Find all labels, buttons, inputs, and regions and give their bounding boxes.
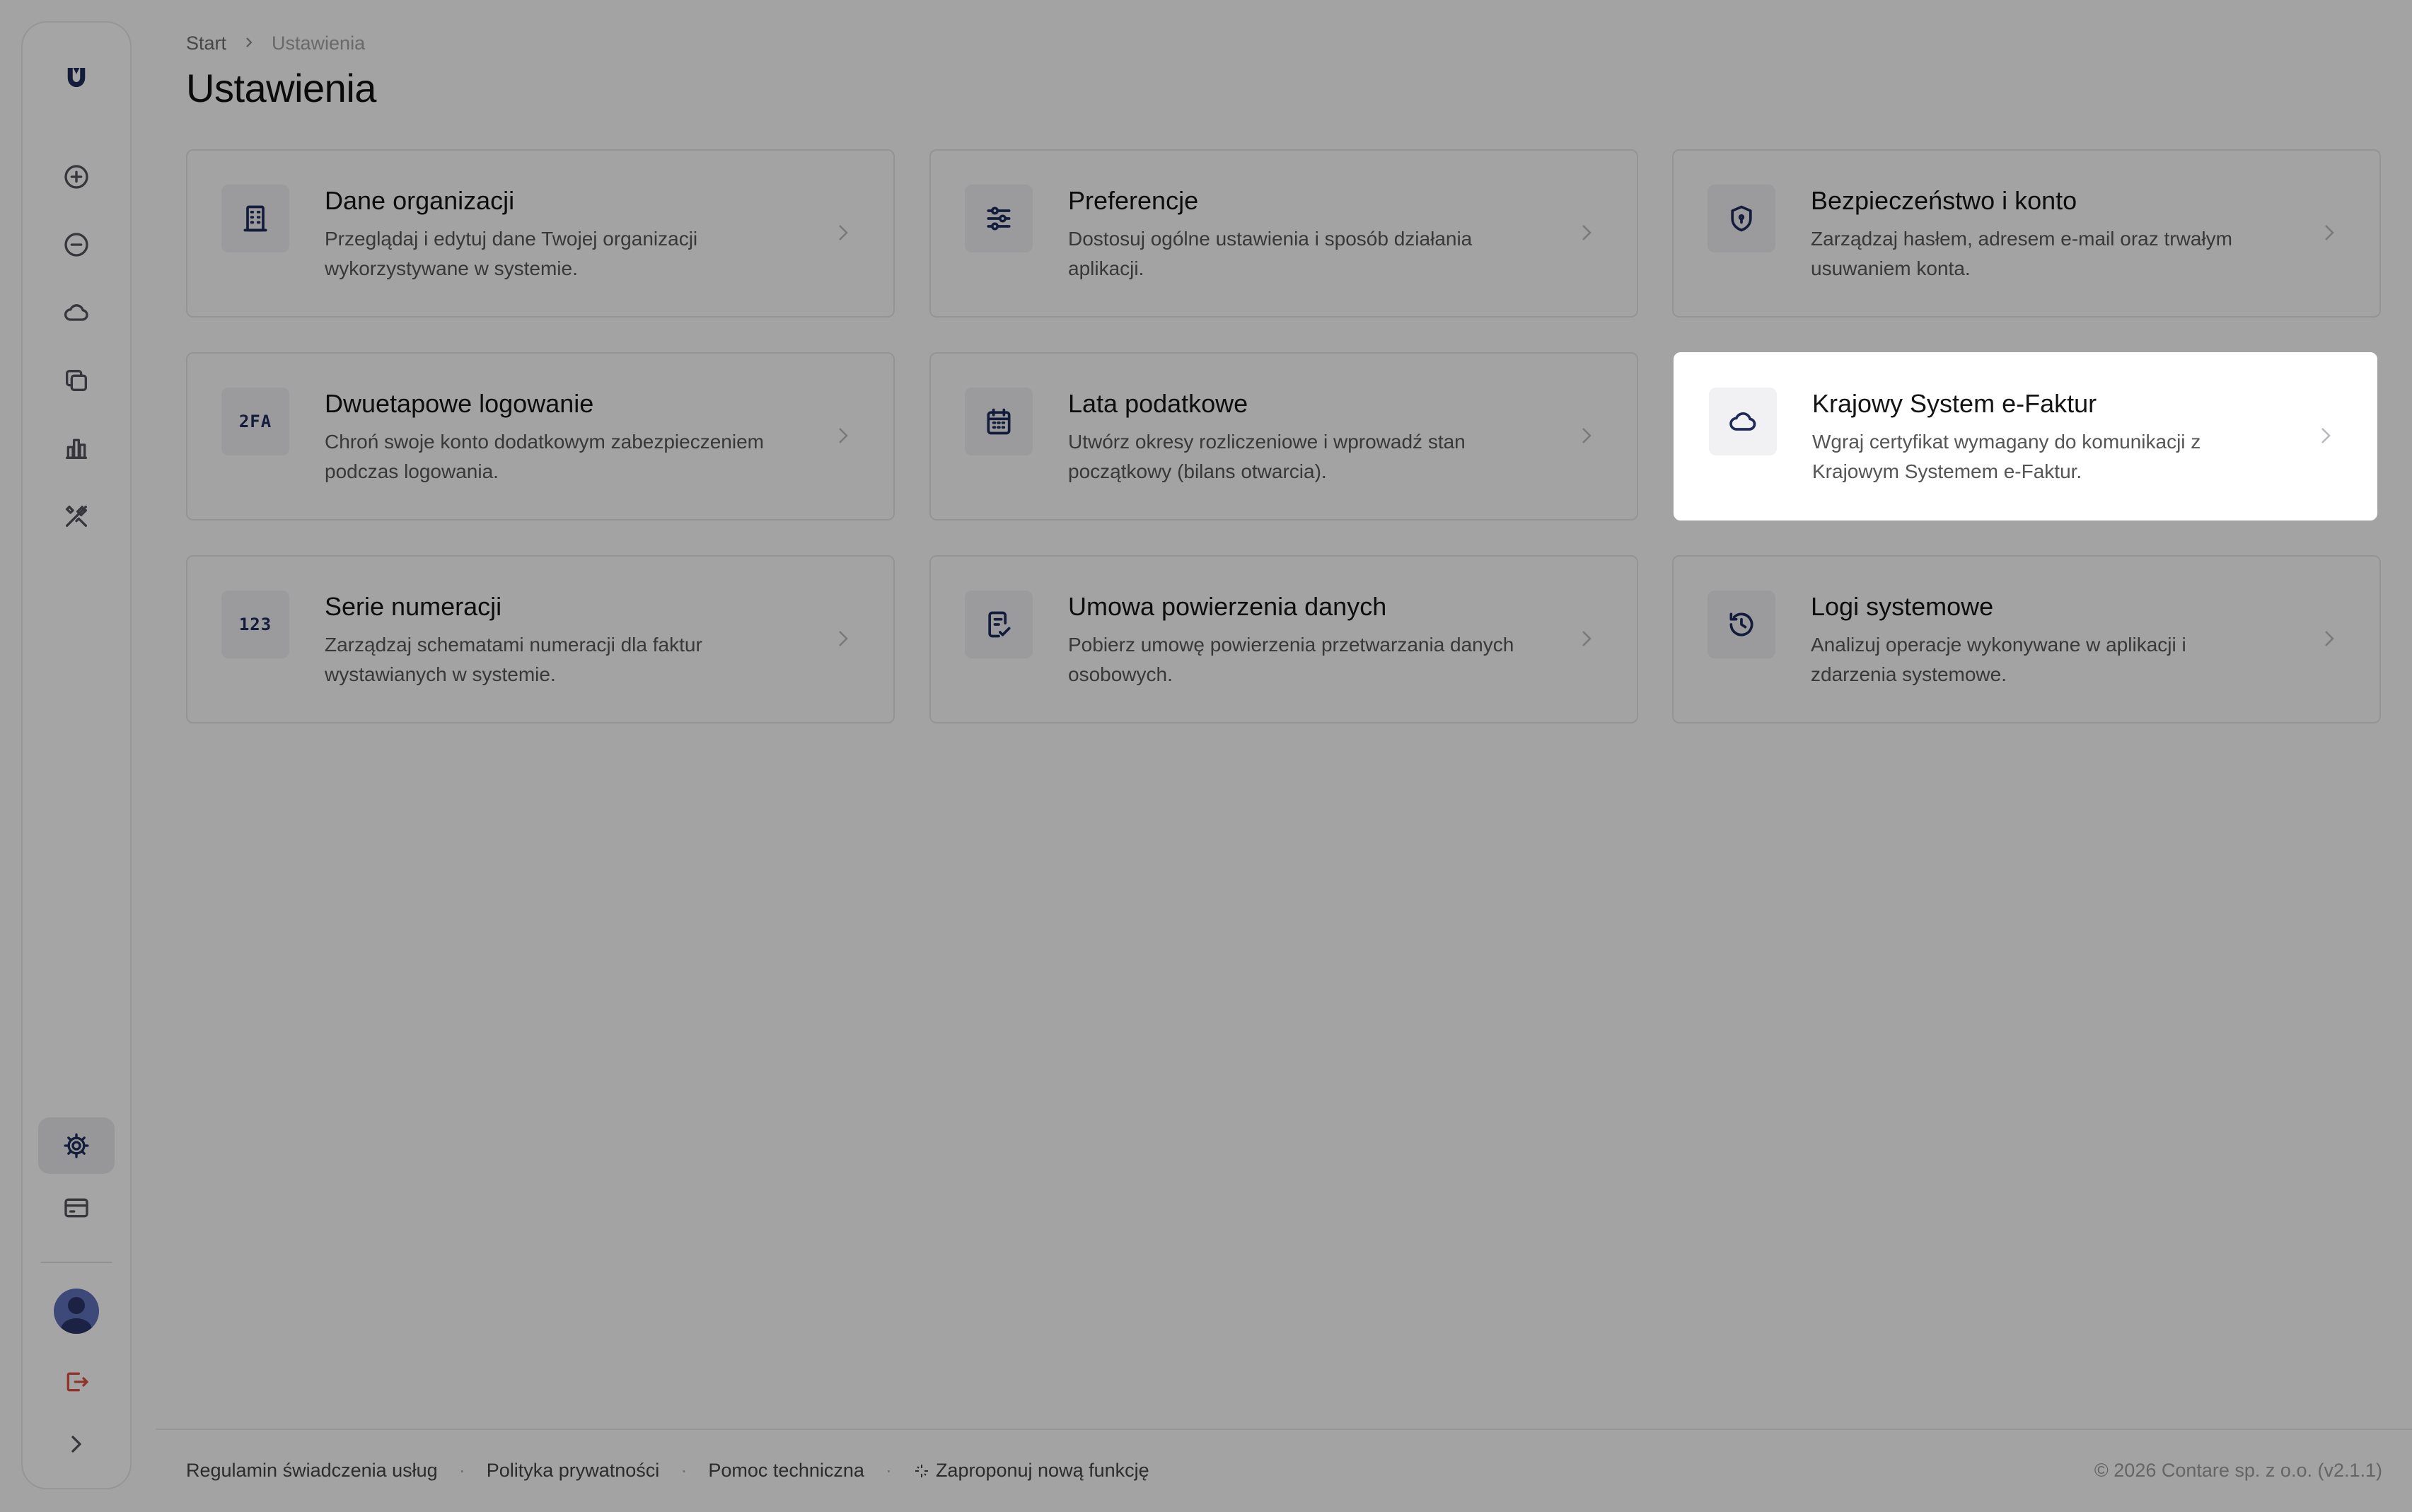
card-title: Krajowy System e-Faktur bbox=[1812, 389, 2097, 418]
billing-card-icon[interactable] bbox=[38, 1180, 115, 1236]
card-title: Lata podatkowe bbox=[1068, 389, 1248, 418]
settings-gear-icon[interactable] bbox=[38, 1117, 115, 1174]
card-title: Logi systemowe bbox=[1811, 592, 1994, 621]
card-description: Przeglądaj i edytuj dane Twojej organiza… bbox=[325, 228, 698, 279]
sliders-icon bbox=[965, 185, 1033, 252]
privacy-link[interactable]: Polityka prywatności bbox=[487, 1460, 660, 1482]
card-numbering-series[interactable]: 123 Serie numeracji Zarządzaj schematami… bbox=[186, 555, 895, 723]
suggest-feature-link[interactable]: Zaproponuj nową funkcję bbox=[913, 1460, 1149, 1482]
card-description: Chroń swoje konto dodatkowym zabezpiecze… bbox=[325, 431, 764, 482]
card-data-processing-agreement[interactable]: Umowa powierzenia danych Pobierz umowę p… bbox=[929, 555, 1638, 723]
calendar-icon bbox=[965, 388, 1033, 455]
card-tax-years[interactable]: Lata podatkowe Utwórz okresy rozliczenio… bbox=[929, 352, 1638, 521]
copyright: © 2026 Contare sp. z o.o. (v2.1.1) bbox=[2094, 1460, 2382, 1481]
card-title: Dwuetapowe logowanie bbox=[325, 389, 594, 418]
chevron-right-icon bbox=[1576, 624, 1597, 653]
card-system-logs[interactable]: Logi systemowe Analizuj operacje wykonyw… bbox=[1672, 555, 2381, 723]
shield-icon bbox=[1707, 185, 1775, 252]
123-icon: 123 bbox=[221, 591, 289, 658]
card-title: Bezpieczeństwo i konto bbox=[1811, 186, 2077, 215]
2fa-icon-text: 2FA bbox=[238, 412, 272, 431]
card-security-account[interactable]: Bezpieczeństwo i konto Zarządzaj hasłem,… bbox=[1672, 149, 2381, 318]
card-description: Utwórz okresy rozliczeniowe i wprowadź s… bbox=[1068, 431, 1466, 482]
building-icon bbox=[221, 185, 289, 252]
chevron-right-icon bbox=[2315, 421, 2336, 450]
footer-separator: · bbox=[680, 1460, 688, 1481]
footer-links: Regulamin świadczenia usług · Polityka p… bbox=[186, 1460, 1149, 1482]
breadcrumb: Start Ustawienia bbox=[186, 33, 365, 54]
sidebar-divider bbox=[41, 1262, 112, 1263]
cloud-icon bbox=[1709, 388, 1777, 455]
card-description: Pobierz umowę powierzenia przetwarzania … bbox=[1068, 634, 1514, 685]
card-description: Analizuj operacje wykonywane w aplikacji… bbox=[1811, 634, 2186, 685]
footer-separator: · bbox=[458, 1460, 465, 1481]
card-description: Zarządzaj schematami numeracji dla faktu… bbox=[325, 634, 702, 685]
card-ksef[interactable]: Krajowy System e-Faktur Wgraj certyfikat… bbox=[1674, 352, 2377, 521]
suggest-feature-label: Zaproponuj nową funkcję bbox=[935, 1460, 1149, 1481]
sparkle-icon bbox=[913, 1460, 936, 1481]
card-description: Wgraj certyfikat wymagany do komunikacji… bbox=[1812, 431, 2201, 482]
page-title: Ustawienia bbox=[186, 66, 376, 110]
chevron-right-icon bbox=[1576, 219, 1597, 247]
breadcrumb-root[interactable]: Start bbox=[186, 33, 226, 54]
user-avatar[interactable] bbox=[54, 1289, 99, 1334]
chart-icon[interactable] bbox=[38, 420, 115, 477]
chevron-right-icon bbox=[833, 219, 854, 247]
logo-icon[interactable] bbox=[38, 50, 115, 106]
expand-sidebar-chevron-icon[interactable] bbox=[38, 1416, 115, 1472]
footer-separator: · bbox=[885, 1460, 892, 1481]
tools-icon[interactable] bbox=[38, 488, 115, 545]
123-icon-text: 123 bbox=[238, 615, 272, 634]
card-title: Dane organizacji bbox=[325, 186, 515, 215]
card-preferences[interactable]: Preferencje Dostosuj ogólne ustawienia i… bbox=[929, 149, 1638, 318]
remove-document-icon[interactable] bbox=[38, 216, 115, 273]
document-check-icon bbox=[965, 591, 1033, 658]
chevron-right-icon bbox=[833, 624, 854, 653]
support-link[interactable]: Pomoc techniczna bbox=[708, 1460, 864, 1482]
card-title: Preferencje bbox=[1068, 186, 1199, 215]
add-document-icon[interactable] bbox=[38, 149, 115, 205]
sidebar bbox=[21, 21, 132, 1489]
chevron-right-icon bbox=[2319, 219, 2340, 247]
card-description: Dostosuj ogólne ustawienia i sposób dzia… bbox=[1068, 228, 1473, 279]
card-description: Zarządzaj hasłem, adresem e-mail oraz tr… bbox=[1811, 228, 2232, 279]
card-organization-data[interactable]: Dane organizacji Przeglądaj i edytuj dan… bbox=[186, 149, 895, 318]
logout-icon[interactable] bbox=[38, 1354, 115, 1410]
copy-icon[interactable] bbox=[38, 352, 115, 409]
history-icon bbox=[1707, 591, 1775, 658]
2fa-icon: 2FA bbox=[221, 388, 289, 455]
footer-divider bbox=[156, 1429, 2412, 1430]
cloud-icon[interactable] bbox=[38, 284, 115, 341]
card-two-factor-login[interactable]: 2FA Dwuetapowe logowanie Chroń swoje kon… bbox=[186, 352, 895, 521]
chevron-right-icon bbox=[1576, 421, 1597, 450]
chevron-right-icon bbox=[242, 33, 256, 54]
chevron-right-icon bbox=[833, 421, 854, 450]
card-title: Serie numeracji bbox=[325, 592, 502, 621]
chevron-right-icon bbox=[2319, 624, 2340, 653]
card-title: Umowa powierzenia danych bbox=[1068, 592, 1387, 621]
breadcrumb-current: Ustawienia bbox=[272, 33, 366, 54]
terms-link[interactable]: Regulamin świadczenia usług bbox=[186, 1460, 438, 1482]
